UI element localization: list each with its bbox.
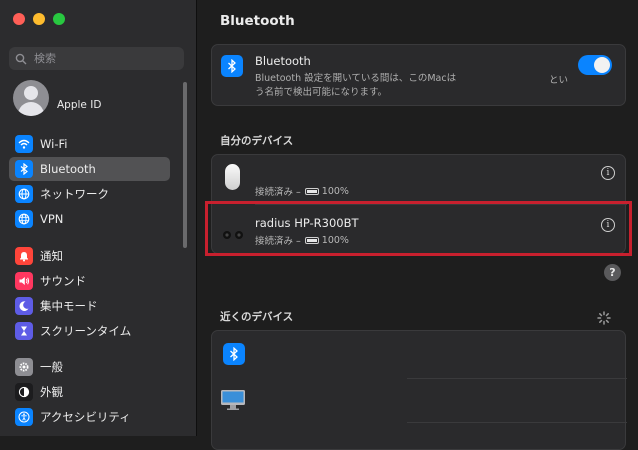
sidebar: Apple ID Wi-Fi Bluetooth ネットワーク VPN 通知 (0, 0, 197, 436)
bell-icon (15, 247, 33, 265)
bluetooth-toggle[interactable] (578, 55, 612, 75)
sidebar-item-network[interactable]: ネットワーク (9, 182, 170, 206)
row-divider (407, 378, 627, 379)
main-pane: Bluetooth Bluetooth Bluetooth 設定を開いている間は… (197, 0, 638, 450)
sidebar-item-label: スクリーンタイム (40, 324, 132, 338)
close-window-button[interactable] (13, 13, 25, 25)
sidebar-item-label: アクセシビリティ (40, 410, 131, 424)
bluetooth-description-line2: う名前で検出可能になります。 (255, 87, 388, 98)
appearance-icon (15, 383, 33, 401)
moon-icon (15, 297, 33, 315)
device-status-text: 接続済み – (255, 187, 301, 198)
sidebar-item-vpn[interactable]: VPN (9, 207, 170, 231)
sidebar-scrollbar[interactable] (183, 82, 187, 248)
nearby-bluetooth-icon[interactable] (223, 343, 245, 365)
sidebar-item-sound[interactable]: サウンド (9, 269, 170, 293)
vpn-globe-icon (15, 210, 33, 228)
sidebar-item-label: 集中モード (40, 299, 98, 313)
sidebar-item-label: Bluetooth (40, 162, 96, 176)
search-field[interactable] (9, 47, 184, 70)
help-button[interactable]: ? (604, 264, 621, 281)
minimize-window-button[interactable] (33, 13, 45, 25)
imac-icon[interactable] (220, 389, 246, 415)
accessibility-icon (15, 408, 33, 426)
sidebar-item-label: VPN (40, 212, 64, 226)
search-input[interactable] (32, 51, 176, 66)
gear-icon (15, 358, 33, 376)
avatar (13, 80, 49, 116)
sidebar-item-accessibility[interactable]: アクセシビリティ (9, 405, 170, 429)
speaker-icon (15, 272, 33, 290)
bluetooth-card-title: Bluetooth (255, 54, 311, 68)
bluetooth-description-suffix: とい (549, 75, 569, 86)
sidebar-item-general[interactable]: 一般 (9, 355, 170, 379)
sidebar-item-label: 通知 (40, 249, 63, 263)
bluetooth-icon (15, 160, 33, 178)
sidebar-item-appearance[interactable]: 外観 (9, 380, 170, 404)
nearby-devices-title: 近くのデバイス (220, 311, 294, 323)
globe-icon (15, 185, 33, 203)
sidebar-item-wifi[interactable]: Wi-Fi (9, 132, 170, 156)
device-info-button[interactable]: i (601, 166, 615, 180)
my-devices-title: 自分のデバイス (220, 135, 294, 147)
sidebar-item-label: Wi-Fi (40, 137, 68, 151)
sidebar-item-screen-time[interactable]: スクリーンタイム (9, 319, 170, 343)
sidebar-item-bluetooth[interactable]: Bluetooth (9, 157, 170, 181)
bluetooth-description-line1: Bluetooth 設定を開いている間は、このMacは (255, 73, 457, 84)
sidebar-item-notifications[interactable]: 通知 (9, 244, 170, 268)
row-divider (407, 422, 627, 423)
hourglass-icon (15, 322, 33, 340)
mouse-icon (225, 164, 240, 190)
bluetooth-toggle-card: Bluetooth Bluetooth 設定を開いている間は、このMacは う名… (211, 44, 626, 106)
apple-id-label: Apple ID (57, 99, 102, 111)
page-title: Bluetooth (220, 13, 295, 29)
loading-spinner-icon (597, 310, 611, 329)
sidebar-item-label: 外観 (40, 385, 63, 399)
apple-id-account[interactable]: Apple ID (13, 80, 101, 116)
wifi-icon (15, 135, 33, 153)
nearby-devices-list (211, 330, 627, 450)
search-icon (15, 53, 27, 64)
sidebar-item-label: 一般 (40, 360, 63, 374)
sidebar-item-focus[interactable]: 集中モード (9, 294, 170, 318)
battery-level: 100% (321, 185, 349, 197)
zoom-window-button[interactable] (53, 13, 65, 25)
selection-highlight (205, 201, 632, 256)
sidebar-item-label: サウンド (40, 274, 86, 288)
sidebar-item-label: ネットワーク (40, 187, 109, 201)
device-status: 接続済み – 100% (255, 184, 349, 199)
battery-icon (304, 187, 319, 195)
device-row-mouse[interactable]: 接続済み – 100% i (212, 155, 627, 201)
bluetooth-icon (221, 55, 243, 77)
